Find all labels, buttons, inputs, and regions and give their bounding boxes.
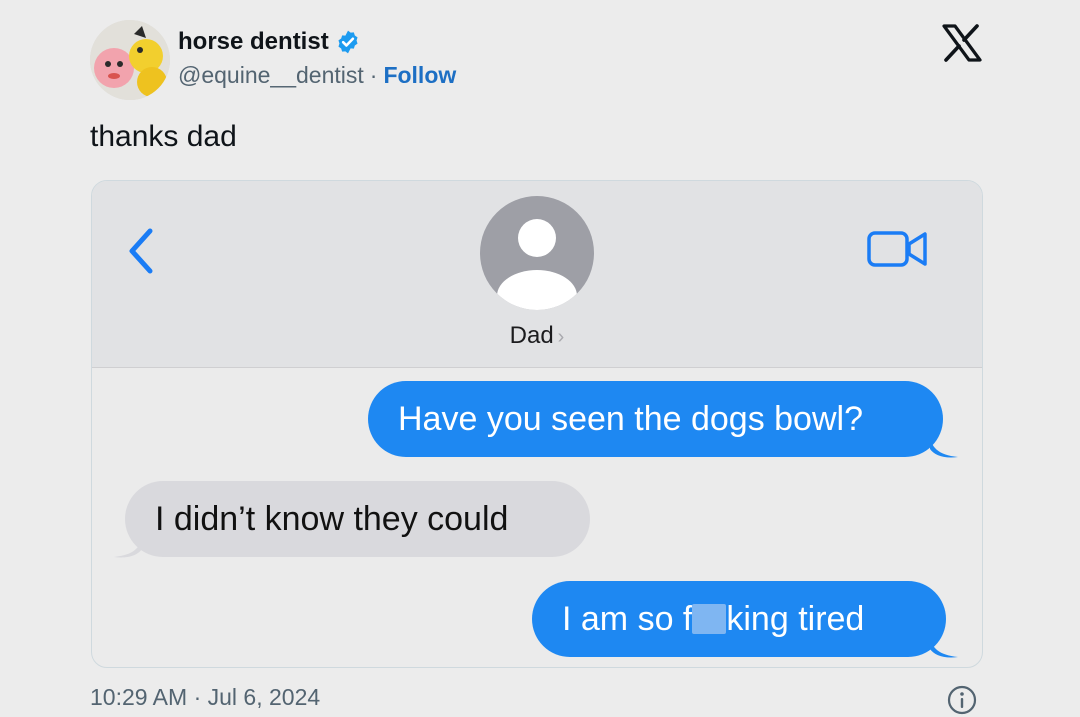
handle[interactable]: @equine__dentist — [178, 62, 364, 88]
separator: · — [369, 62, 378, 88]
display-name[interactable]: horse dentist — [178, 28, 329, 56]
censor-blur — [692, 604, 727, 634]
message-bubble-sent[interactable]: Have you seen the dogs bowl? — [368, 381, 943, 457]
verified-badge-icon — [338, 30, 358, 54]
bubble-tail — [930, 633, 958, 658]
author-name-row[interactable]: horse dentist — [178, 28, 361, 56]
handle-row: @equine__dentist · Follow — [178, 62, 456, 89]
follow-button[interactable]: Follow — [383, 62, 456, 88]
messages-header: Dad › — [92, 181, 982, 368]
tweet-text: thanks dad — [90, 120, 237, 153]
avatar[interactable] — [90, 20, 170, 100]
bubble-tail — [114, 533, 142, 558]
message-bubble-sent[interactable]: I am so f king tired — [532, 581, 946, 657]
message-text-after: king tired — [726, 600, 865, 638]
contact-chevron: › — [557, 326, 565, 348]
bubble-tail — [930, 433, 958, 458]
contact-name-row[interactable]: Dad › — [92, 322, 982, 350]
timestamp[interactable]: 10:29 AM · Jul 6, 2024 — [90, 684, 320, 711]
tweet-media-card[interactable]: Dad › Have you seen the dogs bowl? I didn… — [91, 180, 983, 668]
chevron-left-icon[interactable] — [126, 225, 156, 277]
video-camera-icon[interactable] — [866, 227, 930, 271]
x-logo-icon[interactable] — [942, 24, 982, 62]
contact-name[interactable]: Dad — [510, 322, 554, 349]
info-icon[interactable] — [946, 684, 978, 716]
message-text: Have you seen the dogs bowl? — [398, 400, 863, 438]
message-text: I didn’t know they could — [155, 500, 509, 538]
avatar-image — [90, 20, 170, 100]
message-text-before: I am so f — [562, 600, 693, 638]
person-silhouette-icon[interactable] — [480, 196, 594, 310]
message-bubble-received[interactable]: I didn’t know they could — [125, 481, 590, 557]
